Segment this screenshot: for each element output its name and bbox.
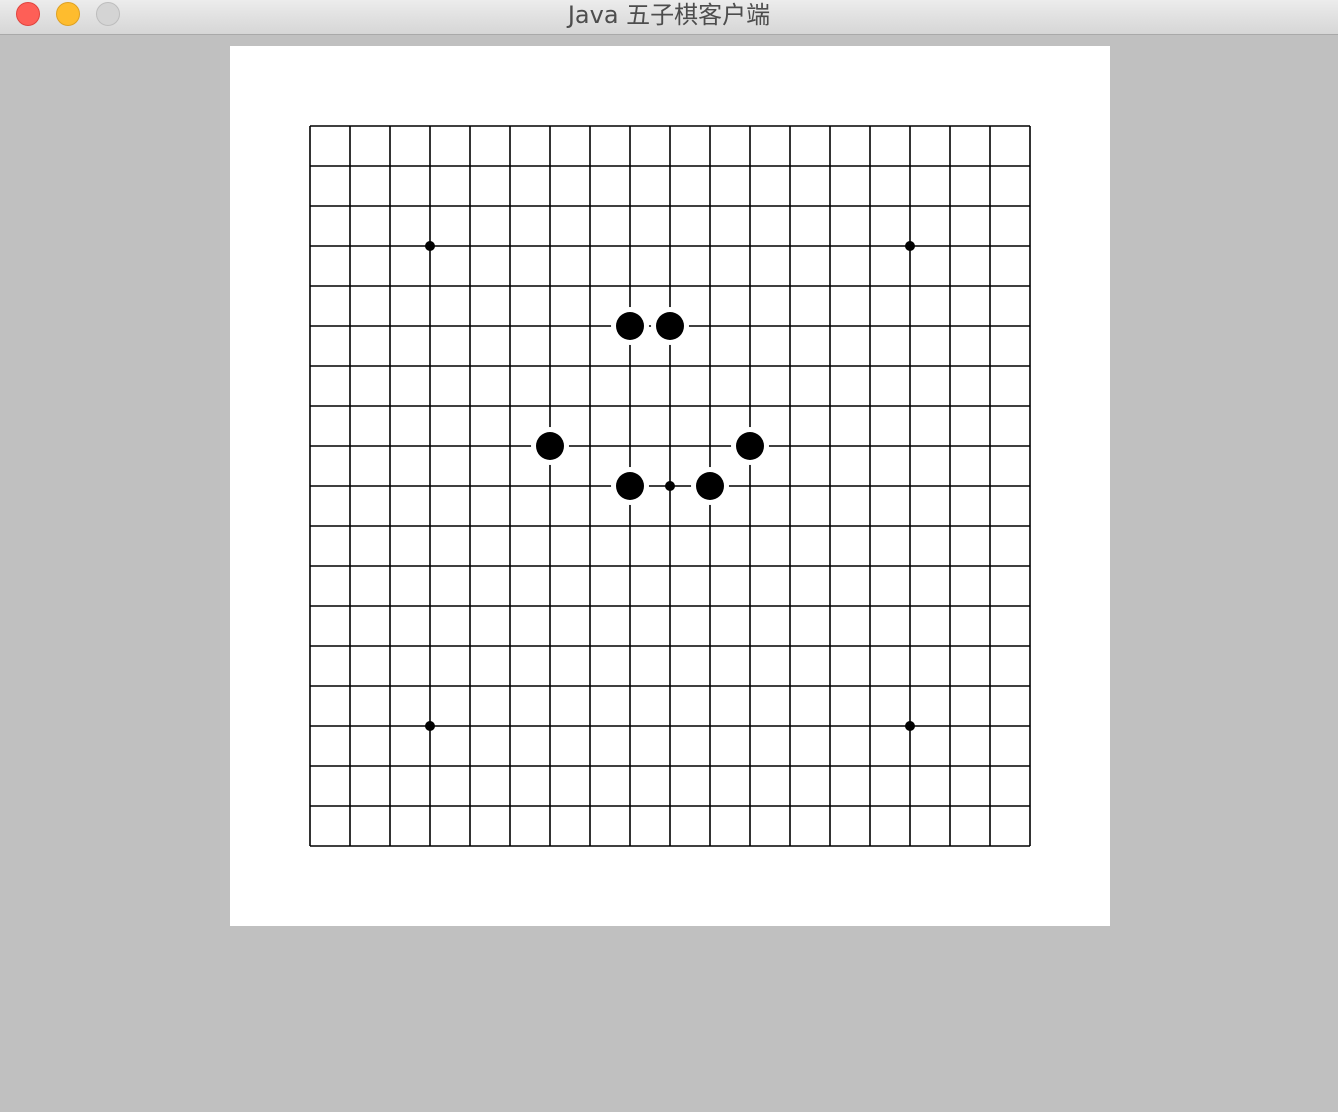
board-panel (230, 46, 1110, 926)
black-stone (736, 432, 764, 460)
star-point (665, 481, 675, 491)
black-stone (656, 312, 684, 340)
black-stone (616, 312, 644, 340)
gomoku-board[interactable] (230, 46, 1110, 926)
app-window: Java 五子棋客户端 (0, 0, 1338, 1112)
star-point (425, 241, 435, 251)
star-point (905, 721, 915, 731)
black-stone (536, 432, 564, 460)
star-point (905, 241, 915, 251)
window-title: Java 五子棋客户端 (567, 1, 771, 29)
black-stone (696, 472, 724, 500)
title-bar[interactable]: Java 五子棋客户端 (0, 0, 1338, 35)
star-point (425, 721, 435, 731)
black-stone (616, 472, 644, 500)
